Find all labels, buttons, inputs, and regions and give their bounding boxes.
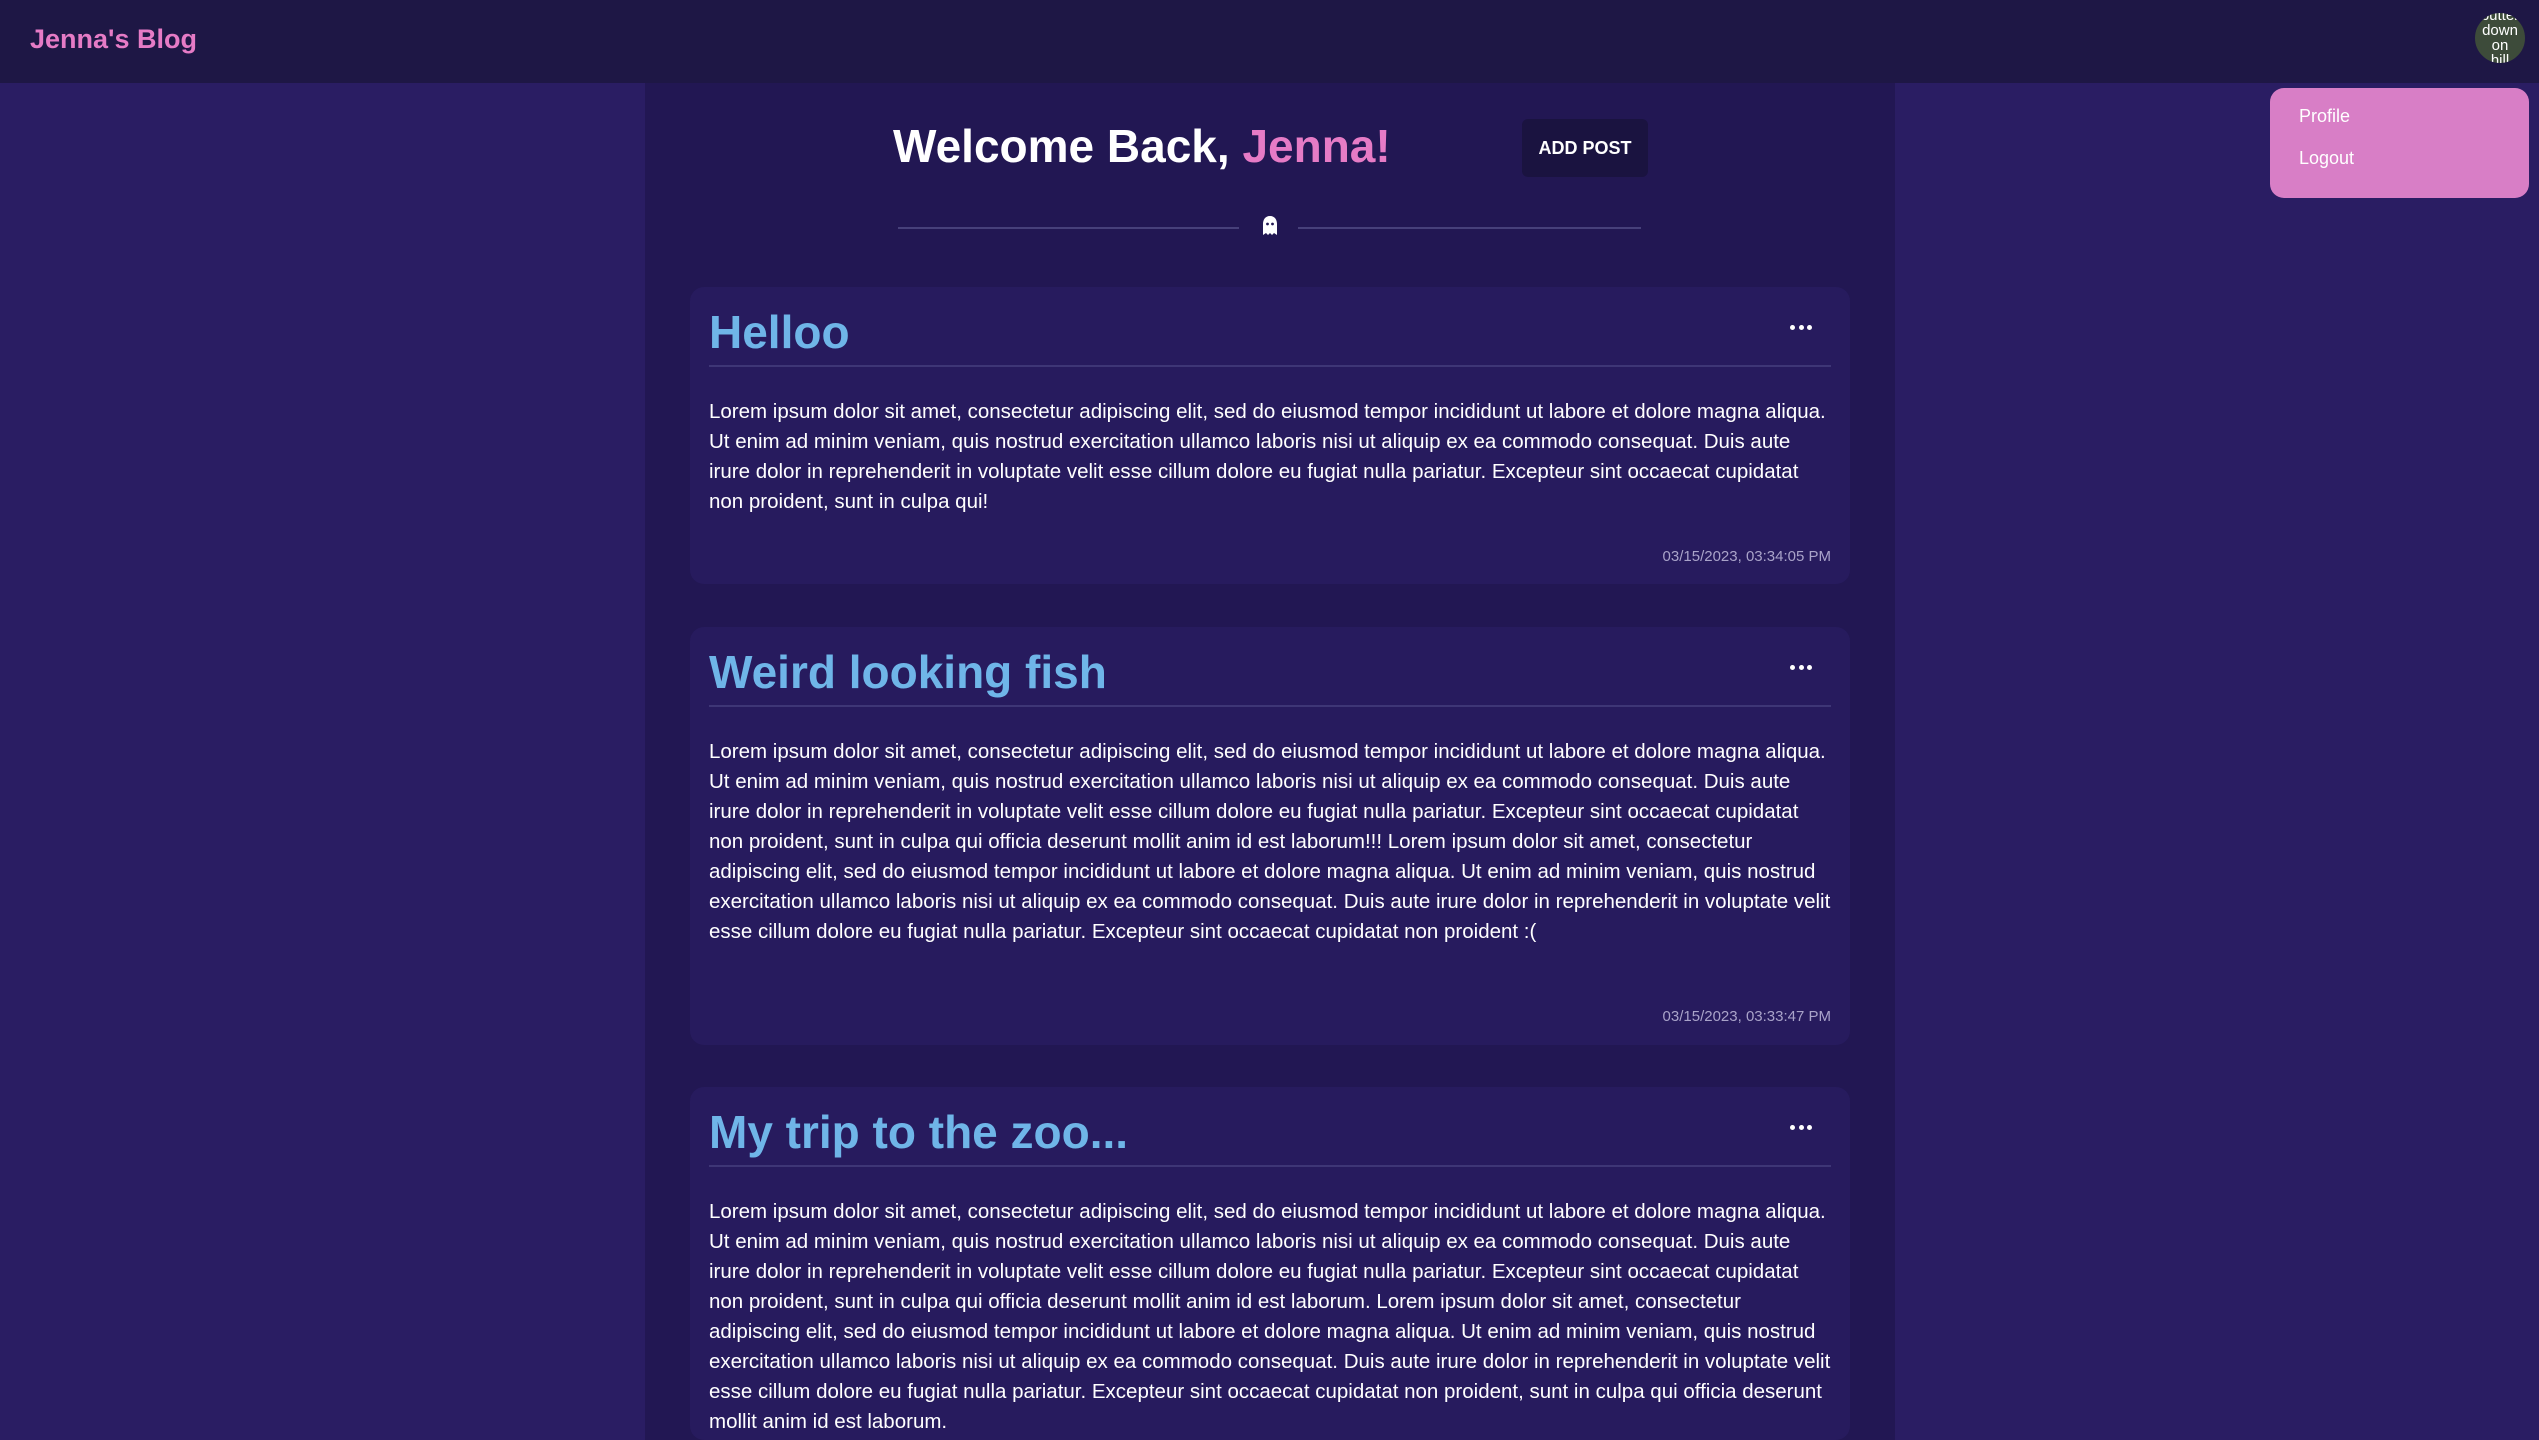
post-body: Lorem ipsum dolor sit amet, consectetur … — [709, 1200, 1831, 1433]
welcome-heading: Welcome Back, Jenna! — [893, 119, 1391, 173]
post-divider — [709, 365, 1831, 367]
post-card: My trip to the zoo... Lorem ipsum dolor … — [690, 1087, 1850, 1440]
top-navbar: Jenna's Blog butter down on hill — [0, 0, 2539, 83]
post-title[interactable]: Weird looking fish — [709, 645, 1107, 699]
more-horizontal-icon[interactable] — [1790, 662, 1812, 672]
brand-logo[interactable]: Jenna's Blog — [30, 24, 197, 55]
post-divider — [709, 1165, 1831, 1167]
user-avatar[interactable]: butter down on hill — [2473, 11, 2527, 65]
post-timestamp: 03/15/2023, 03:34:05 PM — [1662, 548, 1831, 565]
post-body: Lorem ipsum dolor sit amet, consectetur … — [709, 400, 1826, 513]
post-title[interactable]: Helloo — [709, 305, 850, 359]
avatar-text-line: down — [2482, 22, 2518, 39]
post-timestamp: 03/15/2023, 03:33:47 PM — [1662, 1008, 1831, 1025]
welcome-prefix: Welcome Back, — [893, 120, 1243, 172]
post-divider — [709, 705, 1831, 707]
welcome-username: Jenna! — [1242, 120, 1391, 172]
menu-item-logout[interactable]: Logout — [2299, 148, 2529, 169]
post-card: Weird looking fish Lorem ipsum dolor sit… — [690, 627, 1850, 1045]
divider-line — [1298, 227, 1641, 229]
more-horizontal-icon[interactable] — [1790, 1122, 1812, 1132]
post-title[interactable]: My trip to the zoo... — [709, 1105, 1128, 1159]
avatar-text-line: on — [2491, 37, 2509, 54]
user-menu-dropdown: Profile Logout — [2270, 88, 2529, 198]
menu-item-profile[interactable]: Profile — [2299, 106, 2529, 127]
divider-line — [898, 227, 1239, 229]
add-post-button[interactable]: ADD POST — [1522, 119, 1648, 177]
post-body: Lorem ipsum dolor sit amet, consectetur … — [709, 740, 1831, 943]
avatar-text-line: hill — [2490, 52, 2510, 65]
main-content: Welcome Back, Jenna! ADD POST Helloo Lor… — [645, 83, 1895, 1440]
more-horizontal-icon[interactable] — [1790, 322, 1812, 332]
post-card: Helloo Lorem ipsum dolor sit amet, conse… — [690, 287, 1850, 584]
ghost-icon — [1263, 216, 1277, 235]
